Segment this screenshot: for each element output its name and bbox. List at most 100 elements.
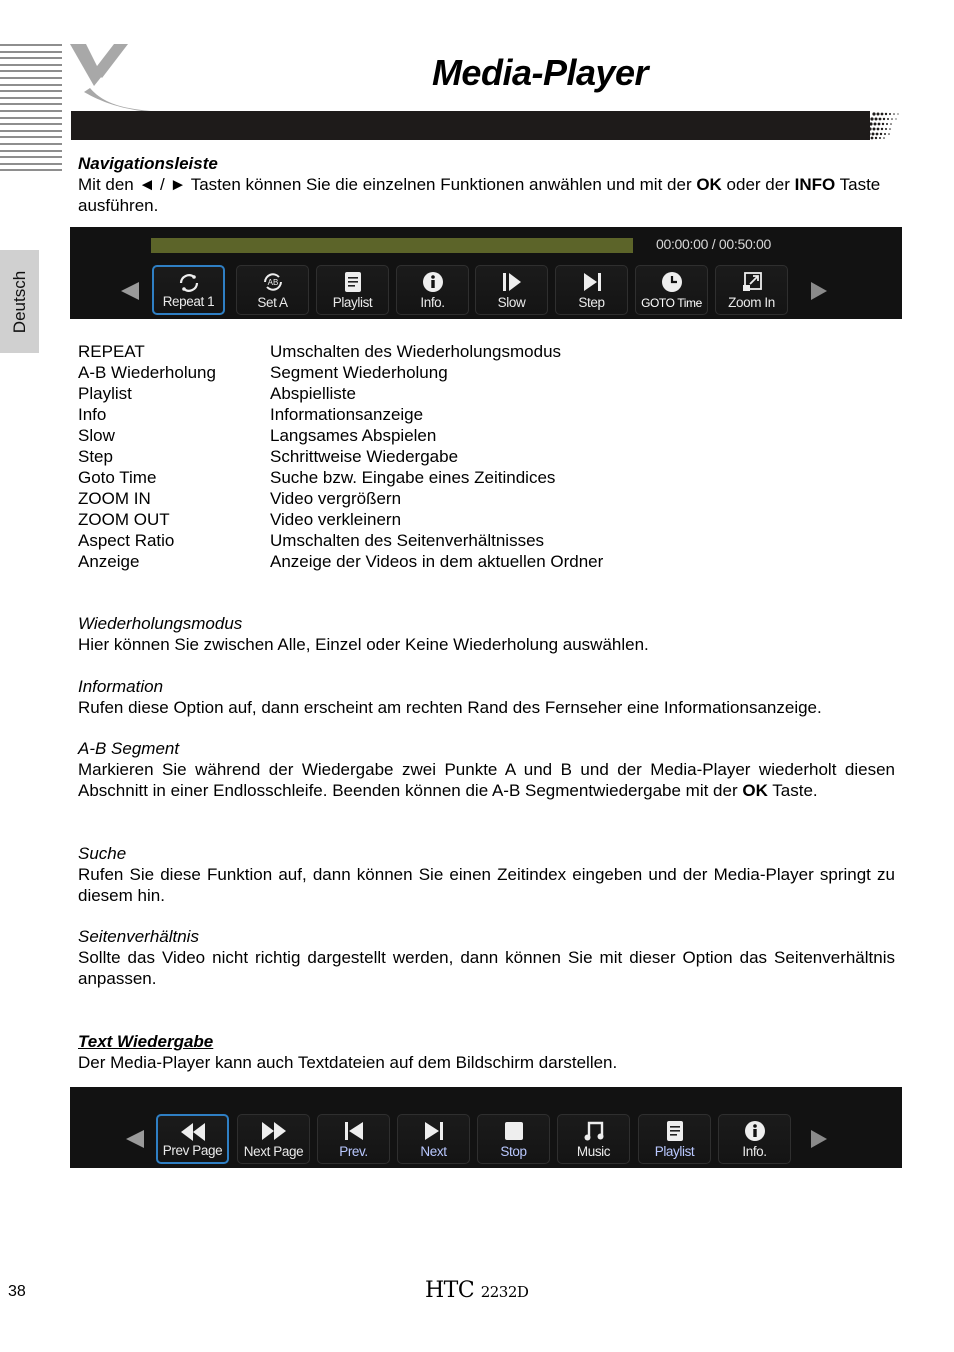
function-row: Goto Time Suche bzw. Eingabe eines Zeitin… bbox=[78, 467, 895, 488]
info-icon bbox=[422, 272, 443, 292]
section-heading: A-B Segment bbox=[78, 739, 180, 758]
section-text: Rufen diese Option auf, dann erscheint a… bbox=[78, 698, 822, 717]
section-heading: Information bbox=[78, 677, 164, 696]
function-description: Video vergrößern bbox=[270, 489, 402, 508]
function-name: Info bbox=[78, 405, 107, 424]
step-button[interactable]: Step bbox=[555, 265, 628, 315]
section-text: Rufen Sie diese Funktion auf, dann könne… bbox=[78, 865, 895, 905]
language-label: Deutsch bbox=[9, 270, 29, 333]
svg-text:AB: AB bbox=[267, 278, 278, 287]
zoom-in-button[interactable]: Zoom In bbox=[715, 265, 788, 315]
function-description: Schrittweise Wiedergabe bbox=[270, 447, 459, 466]
function-description: Video verkleinern bbox=[270, 510, 402, 529]
time-display: 00:00:00 / 00:50:00 bbox=[656, 236, 771, 252]
next-page-button[interactable]: Next Page bbox=[237, 1114, 310, 1164]
function-name: Goto Time bbox=[78, 468, 157, 487]
function-name: REPEAT bbox=[78, 342, 145, 361]
section-repeat-mode: Wiederholungsmodus Hier können Sie zwisc… bbox=[78, 613, 895, 655]
function-description: Segment Wiederholung bbox=[270, 363, 448, 382]
function-row: ZOOM OUT Video verkleinern bbox=[78, 509, 895, 530]
function-row: A-B Wiederholung Segment Wiederholung bbox=[78, 362, 895, 383]
function-description: Informationsanzeige bbox=[270, 405, 424, 424]
set-a-button[interactable]: AB Set A bbox=[236, 265, 309, 315]
brand-x-logo bbox=[70, 44, 166, 112]
music-button[interactable]: Music bbox=[557, 1114, 630, 1164]
music-icon bbox=[584, 1121, 603, 1141]
functions-table: REPEAT Umschalten des Wiederholungsmodus A… bbox=[78, 341, 895, 572]
next-button[interactable]: Next bbox=[397, 1114, 470, 1164]
section-text: Der Media-Player kann auch Textdateien a… bbox=[78, 1053, 618, 1072]
previous-button[interactable]: Prev. bbox=[317, 1114, 390, 1164]
function-name: ZOOM IN bbox=[78, 489, 151, 508]
info-key: INFO bbox=[794, 175, 836, 194]
nav-section: Navigationsleiste Mit den ◄ / ► Tasten k… bbox=[78, 153, 895, 216]
function-name: Playlist bbox=[78, 384, 132, 403]
ab-repeat-icon: AB bbox=[263, 273, 282, 291]
function-name: Step bbox=[78, 447, 113, 466]
section-heading: Suche bbox=[78, 844, 127, 863]
zoom-in-icon bbox=[742, 272, 762, 291]
function-row: Slow Langsames Abspielen bbox=[78, 425, 895, 446]
playlist-button[interactable]: Playlist bbox=[638, 1114, 711, 1164]
function-row: Step Schrittweise Wiedergabe bbox=[78, 446, 895, 467]
function-name: Anzeige bbox=[78, 552, 140, 571]
info-button[interactable]: Info. bbox=[718, 1114, 791, 1164]
repeat-button[interactable]: Repeat 1 bbox=[152, 265, 225, 315]
section-text-playback: Text Wiedergabe Der Media-Player kann au… bbox=[78, 1031, 895, 1073]
stop-icon bbox=[504, 1122, 523, 1140]
function-row: Info Informationsanzeige bbox=[78, 404, 895, 425]
playlist-button[interactable]: Playlist bbox=[316, 265, 389, 315]
info-button[interactable]: Info. bbox=[396, 265, 469, 315]
model-name: HTC 2232D bbox=[425, 1278, 529, 1303]
section-aspect-ratio: Seitenverhältnis Sollte das Video nicht … bbox=[78, 926, 895, 989]
language-tab: Deutsch bbox=[0, 250, 39, 353]
slow-button[interactable]: Slow bbox=[475, 265, 548, 315]
video-player-bar: 00:00:00 / 00:50:00 Repeat 1 AB Set A Pl… bbox=[70, 227, 902, 319]
header-bar bbox=[71, 111, 866, 140]
scroll-right-arrow[interactable] bbox=[811, 282, 827, 300]
header-halftone bbox=[862, 111, 899, 140]
section-ab-segment: A-B Segment Markieren Sie während der Wi… bbox=[78, 738, 895, 801]
section-heading: Navigationsleiste bbox=[78, 154, 218, 173]
time-total: 00:50:00 bbox=[718, 236, 771, 252]
section-text: Markieren Sie während der Wiedergabe zwe… bbox=[78, 760, 895, 800]
scroll-left-arrow[interactable] bbox=[121, 282, 139, 300]
section-heading: Seitenverhältnis bbox=[78, 927, 199, 946]
section-text: Mit den ◄ / ► Tasten können Sie die einz… bbox=[78, 175, 881, 215]
prev-page-button[interactable]: Prev Page bbox=[156, 1114, 229, 1164]
repeat-icon bbox=[179, 274, 198, 292]
progress-fill bbox=[151, 238, 633, 253]
function-name: Aspect Ratio bbox=[78, 531, 175, 550]
step-icon bbox=[583, 273, 601, 291]
info-icon bbox=[744, 1121, 765, 1141]
function-description: Umschalten des Wiederholungsmodus bbox=[270, 342, 562, 361]
function-description: Anzeige der Videos in dem aktuellen Ordn… bbox=[270, 552, 604, 571]
function-name: Slow bbox=[78, 426, 115, 445]
slow-icon bbox=[502, 273, 521, 291]
function-row: ZOOM IN Video vergrößern bbox=[78, 488, 895, 509]
function-name: A-B Wiederholung bbox=[78, 363, 216, 382]
progress-bar[interactable] bbox=[151, 238, 633, 253]
scroll-left-arrow[interactable] bbox=[126, 1130, 144, 1148]
function-row: Aspect Ratio Umschalten des Seitenverhält… bbox=[78, 530, 895, 551]
page-title: Media-Player bbox=[431, 52, 649, 93]
clock-icon bbox=[661, 272, 682, 292]
text-player-bar: Prev Page Next Page Prev. Next Stop Musi… bbox=[70, 1087, 902, 1168]
function-row: Anzeige Anzeige der Videos in dem aktuell… bbox=[78, 551, 895, 572]
section-text: Hier können Sie zwischen Alle, Einzel od… bbox=[78, 635, 649, 654]
scroll-right-arrow[interactable] bbox=[811, 1130, 827, 1148]
goto-time-button[interactable]: GOTO Time bbox=[635, 265, 708, 315]
playlist-icon bbox=[344, 272, 361, 292]
ok-key: OK bbox=[696, 175, 722, 194]
section-text: Sollte das Video nicht richtig dargestel… bbox=[78, 948, 895, 988]
next-icon bbox=[424, 1122, 443, 1140]
function-description: Suche bzw. Eingabe eines Zeitindices bbox=[270, 468, 556, 487]
function-description: Umschalten des Seitenverhältnisses bbox=[270, 531, 545, 550]
playlist-icon bbox=[666, 1121, 683, 1141]
stop-button[interactable]: Stop bbox=[477, 1114, 550, 1164]
function-description: Abspielliste bbox=[270, 384, 356, 403]
previous-icon bbox=[344, 1122, 363, 1140]
section-search: Suche Rufen Sie diese Funktion auf, dann… bbox=[78, 843, 895, 906]
next-page-icon bbox=[261, 1122, 286, 1140]
function-row: REPEAT Umschalten des Wiederholungsmodus bbox=[78, 341, 895, 362]
